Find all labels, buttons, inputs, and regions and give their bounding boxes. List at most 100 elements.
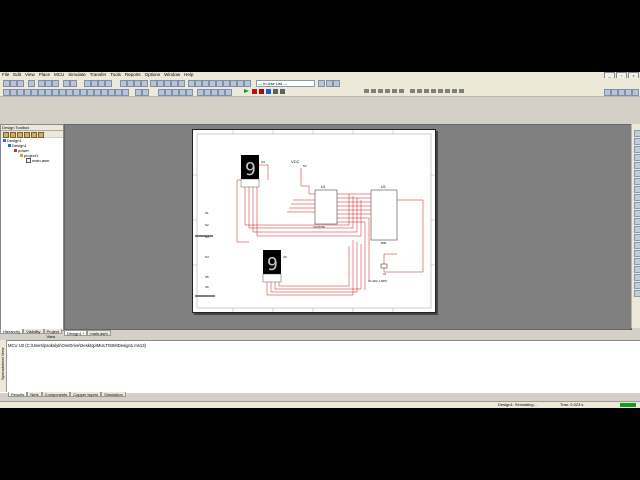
copy-icon[interactable]	[45, 80, 52, 87]
instrument-icon[interactable]	[604, 89, 611, 96]
u2-mcu-chip[interactable]	[370, 189, 398, 241]
basic-icon[interactable]	[10, 89, 17, 96]
tab-simulation[interactable]: Simulation	[101, 392, 126, 397]
comment-icon[interactable]	[230, 80, 237, 87]
agilent-multimeter-icon[interactable]	[633, 250, 640, 257]
subcircuit-icon[interactable]	[209, 80, 216, 87]
electromechanical-icon[interactable]	[101, 89, 108, 96]
power-component-icon[interactable]	[73, 89, 80, 96]
settings-icon[interactable]	[333, 80, 340, 87]
spectrum-analyzer-icon[interactable]	[633, 226, 640, 233]
debug-icon[interactable]	[364, 89, 369, 93]
tektronix-scope-icon[interactable]	[633, 266, 640, 273]
tab-copper-layers[interactable]: Copper layers	[70, 392, 102, 397]
logic-analyzer-icon[interactable]	[633, 202, 640, 209]
advanced-peripherals-icon[interactable]	[87, 89, 94, 96]
logic-converter-icon[interactable]	[633, 194, 640, 201]
ttl-icon[interactable]	[38, 89, 45, 96]
tab-nets[interactable]: Nets	[27, 392, 42, 397]
zoom-area-icon[interactable]	[98, 80, 105, 87]
debug-icon[interactable]	[399, 89, 404, 93]
redo-icon[interactable]	[70, 80, 77, 87]
zoom-in-icon[interactable]	[84, 80, 91, 87]
hierarchical-icon[interactable]	[202, 80, 209, 87]
print-icon[interactable]	[28, 80, 35, 87]
step-icon[interactable]	[266, 89, 271, 94]
u1-chip[interactable]	[314, 189, 338, 225]
ultiboard-icon[interactable]	[178, 80, 185, 87]
bom-icon[interactable]	[244, 80, 251, 87]
transistor-icon[interactable]	[24, 89, 31, 96]
mcu-part-icon[interactable]	[122, 89, 129, 96]
step-into-icon[interactable]	[273, 89, 278, 94]
component-wizard-icon[interactable]	[150, 80, 157, 87]
probe-current-icon[interactable]	[165, 89, 172, 96]
debug-icon[interactable]	[452, 89, 457, 93]
current-probe-icon[interactable]	[633, 290, 640, 297]
probe-power-icon[interactable]	[172, 89, 179, 96]
tab-hierarchy[interactable]: Hierarchy	[0, 329, 24, 334]
agilent-scope-icon[interactable]	[633, 258, 640, 265]
iv-analyzer-icon[interactable]	[633, 210, 640, 217]
spreadsheet-icon[interactable]	[134, 80, 141, 87]
bus-icon[interactable]	[195, 80, 202, 87]
cut-icon[interactable]	[38, 80, 45, 87]
bus-part-icon[interactable]	[142, 89, 149, 96]
stop-icon[interactable]	[259, 89, 264, 94]
debug-icon[interactable]	[424, 89, 429, 93]
open-icon[interactable]	[10, 80, 17, 87]
folder-new-icon[interactable]	[24, 132, 30, 138]
run-icon[interactable]	[244, 89, 249, 93]
connector-icon[interactable]	[237, 80, 244, 87]
undo-icon[interactable]	[63, 80, 70, 87]
crystal[interactable]	[380, 263, 388, 269]
mixed-icon[interactable]	[59, 89, 66, 96]
graphics-icon[interactable]	[223, 80, 230, 87]
agilent-generator-icon[interactable]	[633, 242, 640, 249]
schematic-sheet[interactable]: VCC 5V 9 U4 9 U5 U1 74LS373N U2 8051 X1 …	[192, 129, 436, 313]
debug-icon[interactable]	[445, 89, 450, 93]
tab-main-asm[interactable]: main.asm	[87, 330, 111, 336]
labview-icon[interactable]	[633, 274, 640, 281]
probe-list-icon[interactable]	[218, 89, 225, 96]
probe-bus-icon[interactable]	[211, 89, 218, 96]
probe-reference-icon[interactable]	[197, 89, 204, 96]
tab-design1[interactable]: Design1 *	[64, 330, 88, 336]
probe-clear-icon[interactable]	[225, 89, 232, 96]
instrument-icon[interactable]	[618, 89, 625, 96]
diode-icon[interactable]	[17, 89, 24, 96]
in-use-list-combo[interactable]: --- In Use List ---	[256, 79, 315, 87]
multimeter-icon[interactable]	[633, 130, 640, 137]
frequency-counter-icon[interactable]	[633, 178, 640, 185]
debug-icon[interactable]	[410, 89, 415, 93]
tab-visibility[interactable]: Visibility	[23, 329, 44, 334]
erc-icon[interactable]	[157, 80, 164, 87]
tab-project-view[interactable]: Project View	[43, 329, 62, 339]
debug-icon[interactable]	[438, 89, 443, 93]
distortion-analyzer-icon[interactable]	[633, 218, 640, 225]
save-icon[interactable]	[17, 80, 24, 87]
folder-properties-icon[interactable]	[38, 132, 44, 138]
forward-annotate-icon[interactable]	[171, 80, 178, 87]
ni-icon[interactable]	[108, 89, 115, 96]
indicator-icon[interactable]	[66, 89, 73, 96]
help-icon[interactable]	[318, 80, 325, 87]
postprocessor-icon[interactable]	[127, 80, 134, 87]
new-icon[interactable]	[3, 80, 10, 87]
paste-icon[interactable]	[52, 80, 59, 87]
debug-icon[interactable]	[431, 89, 436, 93]
connector-part-icon[interactable]	[115, 89, 122, 96]
debug-icon[interactable]	[459, 89, 464, 93]
probe-differential-icon[interactable]	[179, 89, 186, 96]
debug-icon[interactable]	[371, 89, 376, 93]
network-analyzer-icon[interactable]	[633, 234, 640, 241]
database-icon[interactable]	[141, 80, 148, 87]
debug-icon[interactable]	[385, 89, 390, 93]
wattmeter-icon[interactable]	[633, 146, 640, 153]
text-icon[interactable]	[216, 80, 223, 87]
debug-icon[interactable]	[392, 89, 397, 93]
folder-save-icon[interactable]	[31, 132, 37, 138]
four-channel-scope-icon[interactable]	[633, 162, 640, 169]
oscilloscope-icon[interactable]	[633, 154, 640, 161]
instrument-icon[interactable]	[632, 89, 639, 96]
